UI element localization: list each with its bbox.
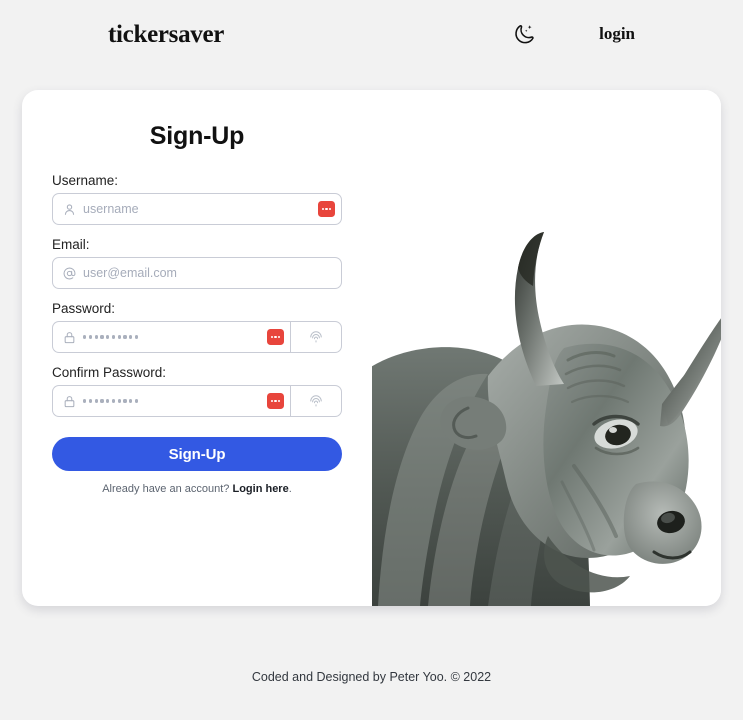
bull-illustration [372,232,721,606]
password-label: Password: [52,301,116,316]
lock-icon [62,394,76,408]
email-placeholder: user@email.com [83,266,177,280]
moon-stars-icon [515,25,534,44]
username-field-row: username [52,193,342,225]
login-prompt: Already have an account? Login here. [52,483,342,495]
page-title: Sign-Up [149,122,245,150]
theme-toggle-button[interactable] [511,21,537,47]
password-input[interactable] [52,321,290,353]
signup-card: Sign-Up Username: username Email: user@e… [22,90,721,606]
signup-form: Username: username Email: user@email.com… [22,151,372,495]
page-header: tickersaver login [0,0,743,68]
confirm-password-input[interactable] [52,385,290,417]
hero-image-pane [372,90,721,606]
confirm-password-placeholder-dots [83,399,263,403]
confirm-password-field-row [52,385,342,417]
login-prompt-suffix: . [288,483,292,495]
at-sign-icon [62,266,76,280]
password-field-row [52,321,342,353]
password-placeholder-dots [83,335,263,339]
footer-credit: Coded and Designed by Peter Yoo. © 2022 [251,670,492,684]
login-prompt-text: Already have an account? [102,483,233,495]
password-manager-icon[interactable] [318,201,335,217]
bull-statue-photo [372,90,721,606]
header-login-link[interactable]: login [599,24,635,44]
header-actions: login [511,21,635,47]
password-manager-icon[interactable] [267,329,284,345]
biometric-unlock-button[interactable] [290,321,342,353]
fingerprint-icon [310,395,322,407]
username-label: Username: [52,173,119,188]
signup-form-pane: Sign-Up Username: username Email: user@e… [22,90,372,606]
lock-icon [62,330,76,344]
email-label: Email: [52,237,90,252]
confirm-password-label: Confirm Password: [52,365,167,380]
page-footer: Coded and Designed by Peter Yoo. © 2022 [0,634,743,720]
signup-submit-button[interactable]: Sign-Up [52,437,342,471]
username-placeholder: username [83,202,139,216]
fingerprint-icon [310,331,322,343]
biometric-unlock-button[interactable] [290,385,342,417]
email-input[interactable]: user@email.com [52,257,342,289]
person-icon [62,202,76,216]
username-input[interactable]: username [52,193,342,225]
login-here-link[interactable]: Login here [232,483,288,495]
password-manager-icon[interactable] [267,393,284,409]
brand-logo[interactable]: tickersaver [108,22,224,47]
email-field-row: user@email.com [52,257,342,289]
